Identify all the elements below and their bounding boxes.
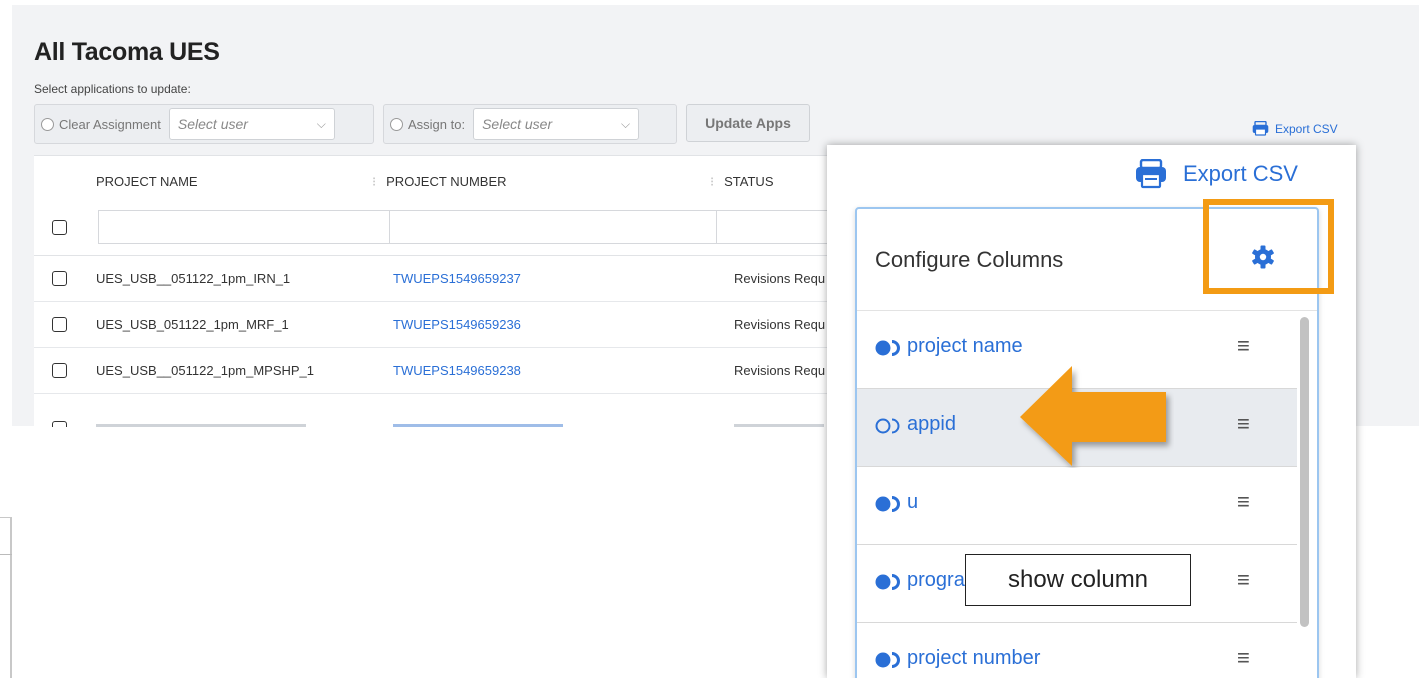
- configure-columns-title: Configure Columns: [875, 247, 1064, 272]
- drag-handle-icon[interactable]: ≡: [1237, 569, 1250, 591]
- drag-handle-icon[interactable]: ≡: [1237, 335, 1250, 357]
- table-row[interactable]: UES_USB_051122_1pm_MRF_1 TWUEPS154965923…: [34, 302, 834, 348]
- chevron-down-icon: ⌵: [316, 116, 326, 131]
- column-option-project-number[interactable]: project number ≡: [857, 623, 1297, 678]
- row-checkbox[interactable]: [52, 421, 67, 427]
- row-checkbox[interactable]: [52, 271, 67, 286]
- column-option-label: u: [907, 491, 919, 513]
- project-name-filter-input[interactable]: [98, 210, 390, 244]
- update-apps-button[interactable]: Update Apps: [686, 104, 810, 142]
- status-cell: Revisions Requ: [734, 317, 826, 332]
- assign-to-label: Assign to:: [408, 116, 466, 132]
- cropped-cell-status: [734, 424, 824, 427]
- project-name-cell: UES_USB__051122_1pm_MPSHP_1: [96, 363, 315, 378]
- toggle-off-icon[interactable]: [875, 418, 901, 434]
- cropped-cell-link: [393, 424, 563, 427]
- column-header-project-name[interactable]: PROJECT NAME: [96, 174, 198, 189]
- column-resize-handle[interactable]: ⁝: [710, 174, 714, 189]
- chevron-down-icon: ⌵: [620, 116, 631, 131]
- column-option-u[interactable]: u ≡: [857, 467, 1297, 545]
- gear-highlight-box: [1203, 199, 1334, 294]
- scrollbar[interactable]: [1300, 317, 1309, 627]
- status-cell: Revisions Requ: [734, 363, 826, 378]
- status-cell: Revisions Requ: [734, 271, 826, 286]
- drag-handle-icon[interactable]: ≡: [1237, 491, 1250, 513]
- page-title: All Tacoma UES: [34, 38, 220, 66]
- column-header-status[interactable]: ⁝ STATUS: [710, 174, 774, 190]
- printer-icon: [1252, 121, 1269, 136]
- printer-icon: [1136, 159, 1166, 189]
- assign-to-group: Assign to: Select user ⌵: [383, 104, 677, 144]
- column-header-project-number-label: PROJECT NUMBER: [386, 174, 507, 189]
- toggle-on-icon[interactable]: [875, 652, 901, 668]
- toggle-on-icon[interactable]: [875, 496, 901, 512]
- export-csv-label: Export CSV: [1275, 121, 1338, 136]
- column-resize-handle[interactable]: ⁝: [372, 174, 376, 189]
- page-subtitle: Select applications to update:: [34, 82, 191, 96]
- arrow-left-icon: [1020, 366, 1166, 466]
- select-all-checkbox[interactable]: [52, 220, 67, 235]
- assign-to-radio[interactable]: [390, 117, 403, 131]
- project-number-link[interactable]: TWUEPS1549659236: [393, 317, 521, 332]
- project-name-cell: UES_USB_051122_1pm_MRF_1: [96, 317, 289, 332]
- filter-row: [34, 208, 846, 256]
- project-number-link[interactable]: TWUEPS1549659238: [393, 363, 521, 378]
- toggle-on-icon[interactable]: [875, 574, 901, 590]
- assign-select-placeholder: Select user: [482, 116, 553, 132]
- show-column-tooltip: show column: [965, 554, 1191, 606]
- clear-assignment-user-select[interactable]: Select user ⌵: [168, 108, 335, 140]
- clear-assignment-radio[interactable]: [41, 117, 54, 131]
- column-option-label: project name: [907, 335, 1023, 357]
- project-number-link[interactable]: TWUEPS1549659237: [393, 271, 521, 286]
- assign-to-user-select[interactable]: Select user ⌵: [473, 108, 640, 140]
- column-header-status-label: STATUS: [724, 174, 774, 189]
- row-checkbox[interactable]: [52, 363, 67, 378]
- column-header-project-number[interactable]: ⁝ PROJECT NUMBER: [372, 174, 507, 190]
- export-csv-label: Export CSV: [1183, 161, 1298, 186]
- clear-assignment-group: Clear Assignment Select user ⌵: [34, 104, 374, 144]
- row-checkbox[interactable]: [52, 317, 67, 332]
- column-option-label: project number: [907, 647, 1041, 669]
- drag-handle-icon[interactable]: ≡: [1237, 413, 1250, 435]
- export-csv-link[interactable]: Export CSV: [1252, 121, 1338, 136]
- project-number-filter-input[interactable]: [389, 210, 717, 244]
- drag-handle-icon[interactable]: ≡: [1237, 647, 1250, 669]
- table-row[interactable]: [34, 394, 834, 427]
- table-row[interactable]: UES_USB__051122_1pm_IRN_1 TWUEPS15496592…: [34, 256, 834, 302]
- screenshot-stage: All Tacoma UES Select applications to up…: [0, 0, 1419, 678]
- table-header-row: PROJECT NAME ⁝ PROJECT NUMBER ⁝ STATUS: [34, 156, 834, 208]
- export-csv-link-zoomed[interactable]: Export CSV: [1135, 159, 1298, 189]
- clear-select-placeholder: Select user: [177, 116, 248, 132]
- project-name-cell: UES_USB__051122_1pm_IRN_1: [96, 271, 291, 286]
- toggle-on-icon[interactable]: [875, 340, 901, 356]
- table-row[interactable]: UES_USB__051122_1pm_MPSHP_1 TWUEPS154965…: [34, 348, 834, 394]
- column-option-label: appid: [907, 413, 956, 435]
- window-fragment: [0, 517, 12, 678]
- clear-assignment-label: Clear Assignment: [59, 116, 161, 132]
- cropped-cell-text: [96, 424, 306, 427]
- applications-table: PROJECT NAME ⁝ PROJECT NUMBER ⁝ STATUS UES…: [34, 155, 846, 427]
